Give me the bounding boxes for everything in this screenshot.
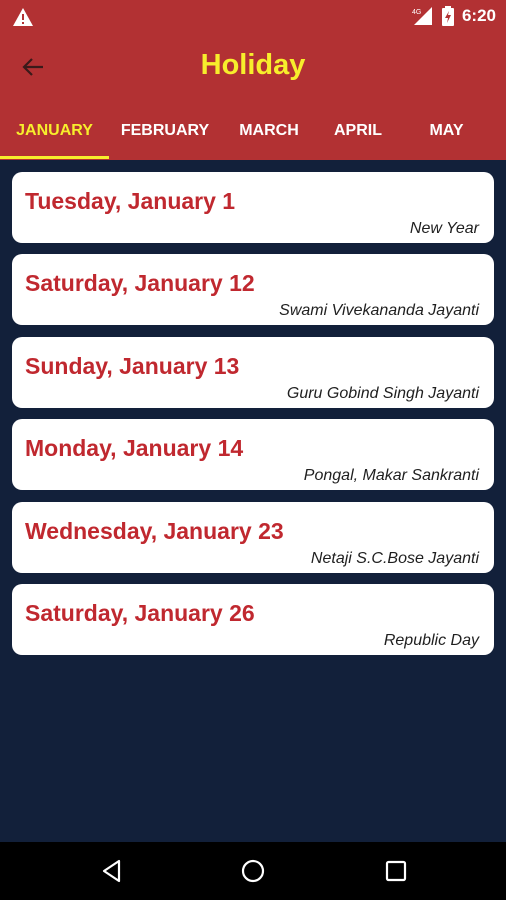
status-time: 6:20	[461, 6, 496, 25]
navigation-bar	[0, 842, 506, 900]
tab-february[interactable]: FEBRUARY	[109, 101, 221, 160]
tab-march[interactable]: MARCH	[221, 101, 317, 160]
holiday-name: Pongal, Makar Sankranti	[303, 467, 479, 484]
signal-icon: 4G	[412, 7, 432, 25]
holiday-date: Saturday, January 26	[25, 600, 255, 626]
holiday-name: Swami Vivekananda Jayanti	[279, 302, 479, 319]
holiday-name: New Year	[409, 220, 479, 237]
holiday-date: Tuesday, January 1	[25, 188, 236, 214]
battery-charging-icon	[441, 6, 454, 26]
holiday-date: Saturday, January 12	[25, 270, 255, 296]
tab-april[interactable]: APRIL	[317, 101, 399, 160]
app-bar: Holiday	[0, 33, 506, 101]
tab-may[interactable]: MAY	[399, 101, 494, 160]
holiday-card[interactable]: Saturday, January 12 Swami Vivekananda J…	[12, 254, 494, 325]
holiday-card[interactable]: Sunday, January 13 Guru Gobind Singh Jay…	[12, 337, 494, 408]
holiday-date: Sunday, January 13	[25, 353, 240, 379]
holiday-name: Guru Gobind Singh Jayanti	[286, 385, 479, 402]
status-bar: 4G 6:20	[0, 0, 506, 33]
recents-square-icon[interactable]	[383, 858, 409, 884]
holiday-card[interactable]: Tuesday, January 1 New Year	[12, 172, 494, 243]
back-triangle-icon[interactable]	[99, 858, 125, 884]
holiday-card[interactable]: Wednesday, January 23 Netaji S.C.Bose Ja…	[12, 502, 494, 573]
holiday-card[interactable]: Saturday, January 26 Republic Day	[12, 584, 494, 655]
month-tabs: JANUARY FEBRUARY MARCH APRIL MAY	[0, 101, 506, 160]
holiday-date: Monday, January 14	[25, 435, 244, 461]
home-circle-icon[interactable]	[240, 858, 266, 884]
holiday-name: Netaji S.C.Bose Jayanti	[310, 550, 479, 567]
warning-icon	[13, 8, 33, 26]
svg-text:4G: 4G	[412, 9, 421, 16]
tab-indicator	[0, 156, 109, 159]
holiday-name: Republic Day	[383, 632, 479, 649]
holiday-card[interactable]: Monday, January 14 Pongal, Makar Sankran…	[12, 419, 494, 490]
status-right: 4G 6:20	[412, 6, 496, 26]
holiday-date: Wednesday, January 23	[25, 518, 284, 544]
page-title: Holiday	[200, 49, 306, 81]
tab-january[interactable]: JANUARY	[0, 101, 109, 160]
